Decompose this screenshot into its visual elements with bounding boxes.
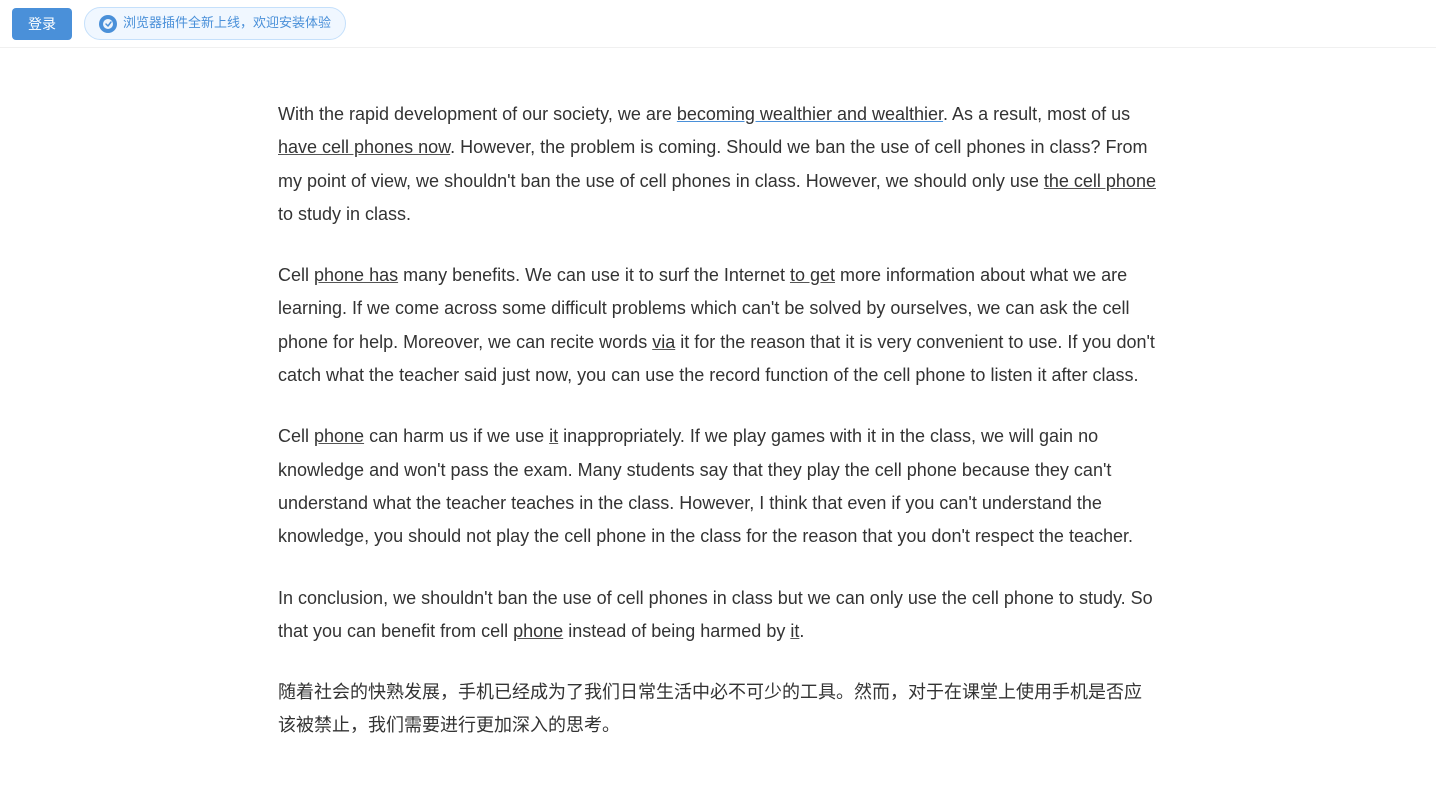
article-body: With the rapid development of our societ… (278, 78, 1158, 743)
p2-link-2: to get (790, 265, 835, 285)
main-content: With the rapid development of our societ… (238, 48, 1198, 811)
p2-text-2: many benefits. We can use it to surf the… (398, 265, 790, 285)
plugin-banner-text: 浏览器插件全新上线，欢迎安装体验 (123, 12, 331, 35)
p1-link-2: have cell phones now (278, 137, 450, 157)
p3-text-2: can harm us if we use (364, 426, 549, 446)
p1-link-3: the cell phone (1044, 171, 1156, 191)
plugin-icon (99, 15, 117, 33)
p1-text-2: . As a result, most of us (943, 104, 1130, 124)
p4-link-1: phone (513, 621, 563, 641)
p1-link-1: becoming wealthier and wealthier (677, 104, 943, 124)
plugin-banner[interactable]: 浏览器插件全新上线，欢迎安装体验 (84, 7, 346, 40)
p3-link-1: phone (314, 426, 364, 446)
p4-text-2: instead of being harmed by (563, 621, 790, 641)
p2-link-3: via (652, 332, 675, 352)
p1-text-1: With the rapid development of our societ… (278, 104, 677, 124)
paragraph-1: With the rapid development of our societ… (278, 98, 1158, 231)
chinese-text: 随着社会的快熟发展，手机已经成为了我们日常生活中必不可少的工具。然而，对于在课堂… (278, 682, 1142, 735)
top-bar: 登录 浏览器插件全新上线，欢迎安装体验 (0, 0, 1436, 48)
p4-link-2: it (790, 621, 799, 641)
p2-link-1: phone has (314, 265, 398, 285)
paragraph-3: Cell phone can harm us if we use it inap… (278, 420, 1158, 553)
p3-link-2: it (549, 426, 558, 446)
p2-text-1: Cell (278, 265, 314, 285)
paragraph-chinese: 随着社会的快熟发展，手机已经成为了我们日常生活中必不可少的工具。然而，对于在课堂… (278, 676, 1158, 743)
p4-text-3: . (799, 621, 804, 641)
paragraph-2: Cell phone has many benefits. We can use… (278, 259, 1158, 392)
p1-text-4: to study in class. (278, 204, 411, 224)
login-button[interactable]: 登录 (12, 8, 72, 40)
paragraph-4: In conclusion, we shouldn't ban the use … (278, 582, 1158, 649)
p3-text-1: Cell (278, 426, 314, 446)
